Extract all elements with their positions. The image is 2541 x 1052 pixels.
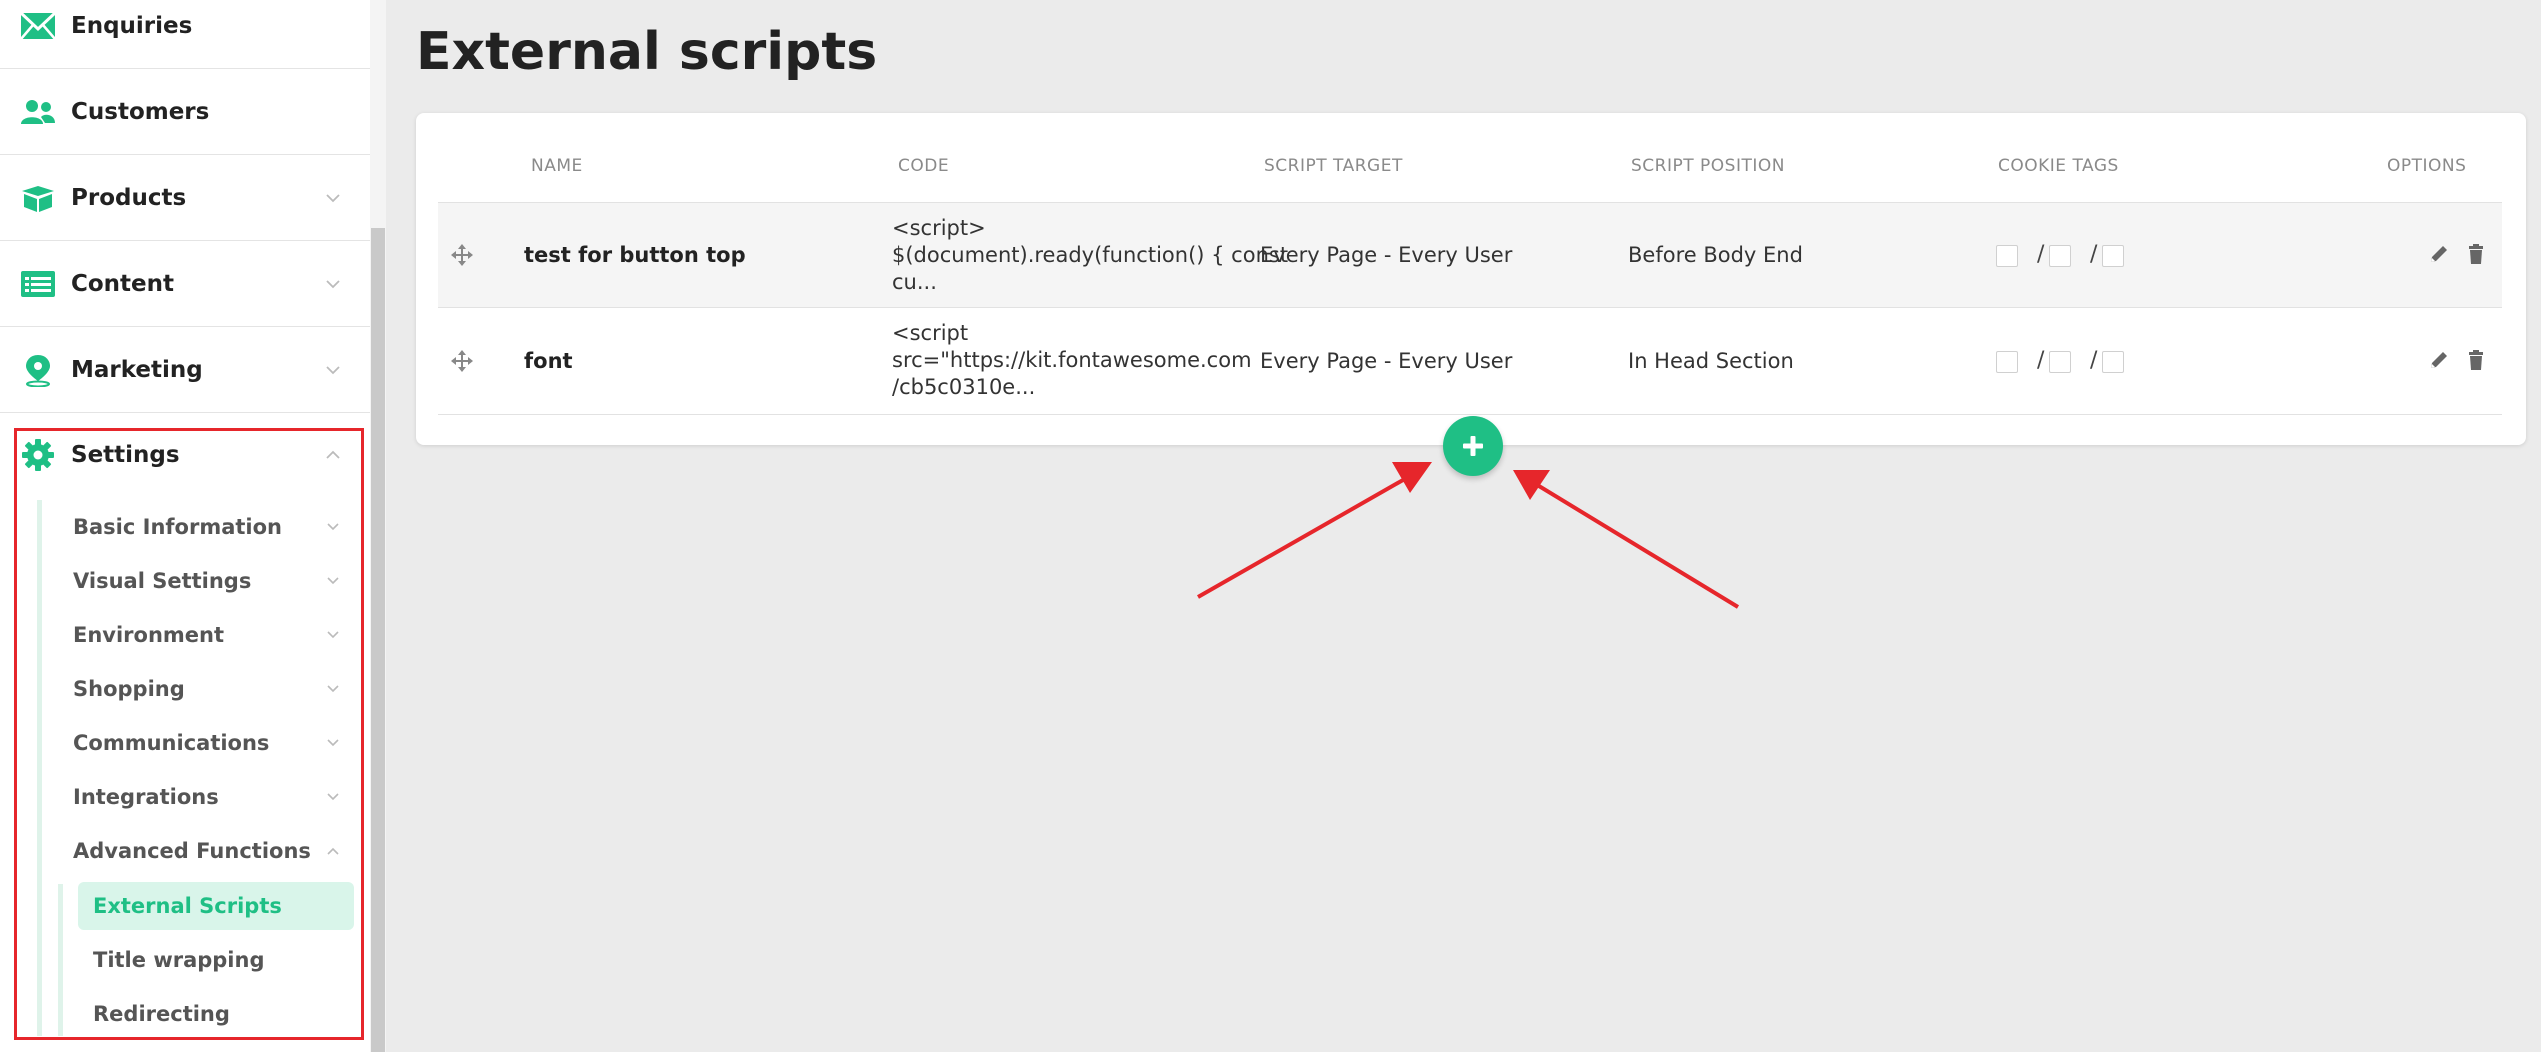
chevron-down-icon — [327, 577, 339, 585]
column-header-script-position: SCRIPT POSITION — [1631, 156, 1785, 176]
sidebar-item-shopping[interactable]: Shopping — [73, 662, 353, 716]
scroll-up-icon[interactable]: ˄ — [372, 0, 379, 8]
chevron-down-icon — [326, 280, 340, 289]
sidebar-item-customers[interactable]: Customers — [0, 70, 370, 155]
box-icon — [20, 180, 56, 216]
sidebar-item-settings[interactable]: Settings — [0, 412, 370, 497]
cookie-tag-checkbox[interactable] — [2102, 245, 2124, 267]
column-header-options: OPTIONS — [2387, 156, 2467, 176]
trash-icon[interactable] — [2465, 243, 2487, 265]
move-icon[interactable] — [450, 243, 474, 267]
sidebar-scrollbar-thumb[interactable] — [371, 228, 385, 1052]
edit-icon[interactable] — [2428, 243, 2450, 265]
sidebar-item-integrations[interactable]: Integrations — [73, 770, 353, 824]
cookie-tag-checkbox[interactable] — [2102, 351, 2124, 373]
trash-icon[interactable] — [2465, 349, 2487, 371]
column-header-script-target: SCRIPT TARGET — [1264, 156, 1403, 176]
script-code: <script src="https://kit.fontawesome.com… — [892, 320, 1252, 401]
arrow-right-annotation — [1513, 470, 1740, 609]
script-code: <script> $(document).ready(function() { … — [892, 215, 1288, 296]
chevron-down-icon — [326, 194, 340, 203]
sidebar-item-external-scripts[interactable]: External Scripts — [78, 882, 354, 930]
sidebar-item-label: Title wrapping — [93, 948, 265, 972]
code-line: <script — [892, 321, 969, 345]
sidebar-item-content[interactable]: Content — [0, 242, 370, 327]
column-header-code: CODE — [898, 156, 950, 176]
column-header-cookie-tags: COOKIE TAGS — [1998, 156, 2119, 176]
script-name: test for button top — [524, 243, 746, 267]
chevron-down-icon — [327, 793, 339, 801]
cookie-tag-checkbox[interactable] — [2049, 245, 2071, 267]
sidebar-item-label: Advanced Functions — [73, 839, 311, 863]
plus-icon — [1463, 436, 1483, 456]
chevron-down-icon — [327, 685, 339, 693]
map-pin-icon — [20, 352, 56, 388]
cookie-tag-separator: / — [2090, 348, 2098, 373]
gear-icon — [20, 437, 56, 473]
code-line: <script> — [892, 216, 986, 240]
users-icon — [20, 94, 56, 130]
sidebar-item-environment[interactable]: Environment — [73, 608, 353, 662]
sidebar-item-label: Products — [71, 185, 187, 211]
sidebar-item-products[interactable]: Products — [0, 156, 370, 241]
cookie-tag-checkbox[interactable] — [1996, 351, 2018, 373]
cookie-tag-separator: / — [2037, 242, 2045, 267]
chevron-up-icon — [327, 847, 339, 855]
move-icon[interactable] — [450, 349, 474, 373]
script-position: Before Body End — [1628, 243, 1803, 267]
sidebar-item-enquiries[interactable]: Enquiries — [0, 0, 370, 69]
chevron-up-icon — [326, 450, 340, 459]
chevron-down-icon — [327, 631, 339, 639]
code-line: src="https://kit.fontawesome.com — [892, 348, 1252, 372]
sidebar-item-redirecting[interactable]: Redirecting — [78, 990, 354, 1038]
script-target: Every Page - Every User — [1260, 349, 1513, 373]
table-row: font <script src="https://kit.fontawesom… — [438, 309, 2502, 415]
sidebar-item-label: Content — [71, 271, 175, 297]
script-position: In Head Section — [1628, 349, 1794, 373]
table-row: test for button top <script> $(document)… — [438, 202, 2502, 308]
column-header-name: NAME — [531, 156, 583, 176]
sidebar-item-label: External Scripts — [93, 894, 282, 918]
advanced-submenu-rail — [58, 884, 63, 1036]
script-target: Every Page - Every User — [1260, 243, 1513, 267]
code-line: /cb5c0310e... — [892, 375, 1036, 399]
sidebar-item-visual-settings[interactable]: Visual Settings — [73, 554, 353, 608]
script-name: font — [524, 349, 573, 373]
chevron-down-icon — [327, 739, 339, 747]
page-title: External scripts — [416, 22, 878, 82]
arrow-left-annotation — [1197, 462, 1432, 599]
cookie-tag-separator: / — [2090, 242, 2098, 267]
sidebar-item-label: Settings — [71, 441, 180, 468]
sidebar-item-basic-information[interactable]: Basic Information — [73, 500, 353, 554]
sidebar-item-advanced-functions[interactable]: Advanced Functions — [73, 824, 353, 878]
envelope-icon — [20, 8, 56, 44]
sidebar-item-label: Enquiries — [71, 13, 193, 39]
cookie-tag-checkbox[interactable] — [1996, 245, 2018, 267]
chevron-down-icon — [326, 366, 340, 375]
sidebar-item-label: Communications — [73, 731, 270, 755]
sidebar: Enquiries Customers Products Content Mar… — [0, 0, 370, 1052]
sidebar-item-communications[interactable]: Communications — [73, 716, 353, 770]
sidebar-item-label: Visual Settings — [73, 569, 252, 593]
add-script-button[interactable] — [1443, 416, 1503, 476]
list-icon — [20, 266, 56, 302]
sidebar-item-label: Environment — [73, 623, 225, 647]
sidebar-item-label: Integrations — [73, 785, 219, 809]
sidebar-item-label: Redirecting — [93, 1002, 230, 1026]
sidebar-item-marketing[interactable]: Marketing — [0, 328, 370, 413]
sidebar-item-label: Shopping — [73, 677, 185, 701]
cookie-tag-checkbox[interactable] — [2049, 351, 2071, 373]
chevron-down-icon — [327, 523, 339, 531]
sidebar-item-label: Basic Information — [73, 515, 282, 539]
sidebar-item-title-wrapping[interactable]: Title wrapping — [78, 936, 354, 984]
edit-icon[interactable] — [2428, 349, 2450, 371]
code-line: $(document).ready(function() { const — [892, 243, 1289, 267]
settings-submenu-rail — [37, 500, 42, 1036]
code-line: cu... — [892, 270, 937, 294]
sidebar-item-label: Customers — [71, 99, 210, 125]
sidebar-item-label: Marketing — [71, 357, 203, 383]
cookie-tag-separator: / — [2037, 348, 2045, 373]
